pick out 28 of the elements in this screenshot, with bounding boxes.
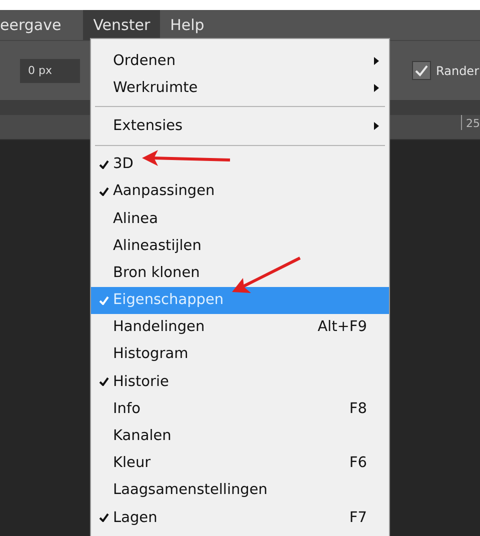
menu-title[interactable]: eergave bbox=[0, 10, 74, 40]
menu-item[interactable]: 3D bbox=[91, 150, 389, 178]
menu-item[interactable]: Bron klonen bbox=[91, 259, 389, 286]
checkbox-label: Rander bbox=[436, 64, 479, 78]
menu-item[interactable]: Kanalen bbox=[91, 422, 389, 450]
input-field[interactable]: 0 px bbox=[20, 58, 80, 82]
menu-item[interactable]: Alinea bbox=[91, 204, 389, 232]
menu-item[interactable]: Handelingen Alt+F9 bbox=[91, 314, 389, 341]
shortcut-text: F6 bbox=[349, 455, 368, 472]
menu-item[interactable]: Lagen F7 bbox=[91, 504, 389, 532]
annotation-arrow bbox=[232, 256, 301, 293]
menu-item[interactable]: Werkruimte bbox=[91, 74, 389, 102]
menu-item[interactable]: Extensies bbox=[91, 112, 389, 140]
menu-item[interactable]: Historie bbox=[91, 368, 389, 396]
shortcut-text: F7 bbox=[349, 510, 368, 526]
menu-item[interactable]: Laagsamenstellingen bbox=[91, 476, 389, 504]
menu-item[interactable]: Alineastijlen bbox=[91, 232, 389, 260]
shortcut-text: F8 bbox=[349, 400, 368, 417]
checkbox[interactable] bbox=[412, 61, 432, 80]
ruler-label: 25 bbox=[461, 115, 480, 130]
menu-item[interactable]: Ordenen bbox=[91, 47, 389, 74]
menu-item[interactable]: Info F8 bbox=[91, 395, 389, 422]
shortcut-text: Alt+F9 bbox=[318, 319, 368, 336]
menu-item[interactable]: Histogram bbox=[91, 340, 389, 368]
menu-item[interactable]: Aanpassingen bbox=[91, 178, 389, 205]
menu-title[interactable]: Venster bbox=[83, 10, 160, 40]
menu-item[interactable]: Kleur F6 bbox=[91, 450, 389, 477]
menu-title[interactable]: Help bbox=[170, 10, 216, 40]
